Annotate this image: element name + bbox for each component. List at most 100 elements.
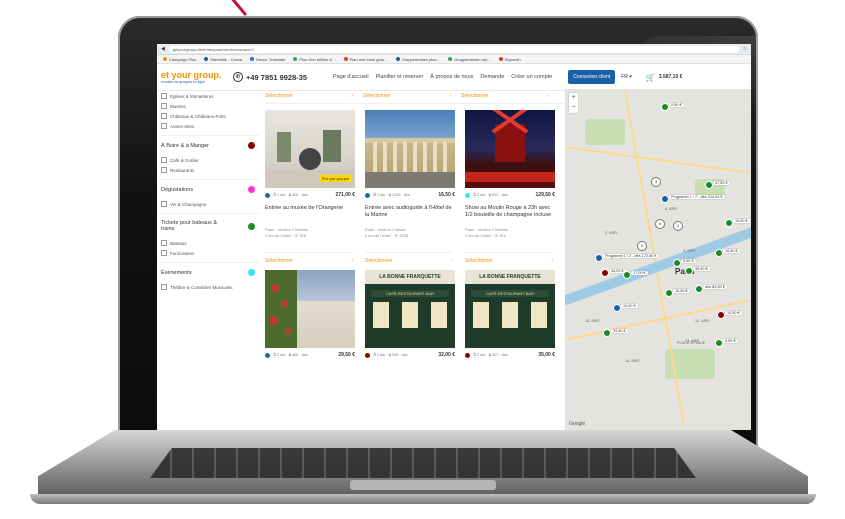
map-cluster[interactable]: 3 [651, 177, 661, 187]
activity-card[interactable]: LA BONNE FRANQUETTE CAFÉ-RESTAURANT-BAR … [365, 270, 455, 359]
card-image-hotel-marine[interactable] [365, 110, 455, 188]
filter-checkbox[interactable] [161, 250, 167, 256]
filter-item[interactable]: Autres Sites [159, 121, 259, 131]
filter-section-header[interactable]: À Boire & à Manger [159, 135, 259, 155]
bookmark-item[interactable]: DeepL Translate [250, 57, 285, 62]
filter-checkbox[interactable] [161, 240, 167, 246]
back-icon[interactable]: ◀ [161, 46, 165, 52]
bookmark-item[interactable]: Startseite - Canva [204, 57, 242, 62]
map-price-tag[interactable]: 9,00 € [681, 259, 696, 263]
map-price-tag[interactable]: 39,50 € [611, 329, 628, 333]
map-pin[interactable] [595, 254, 603, 262]
map-pin[interactable] [673, 259, 681, 267]
map-pin[interactable] [665, 289, 673, 297]
select-link[interactable]: Sélectionner › [363, 93, 451, 99]
map-price-tag[interactable]: 17,00 € [631, 271, 648, 275]
map-pin[interactable] [715, 249, 723, 257]
select-link[interactable]: Sélectionner › [465, 252, 553, 264]
card-title[interactable]: Entrée au musée de l'Orangerie [265, 205, 355, 227]
language-selector[interactable]: FR ▾ [621, 74, 632, 80]
map-cluster[interactable]: 2 [673, 221, 683, 231]
filter-item[interactable]: Café & Goûter [159, 155, 259, 165]
zoom-out-button[interactable]: − [569, 103, 578, 113]
filter-item[interactable]: Théâtre & Comédies Musicales [159, 282, 259, 292]
card-title[interactable]: Entrée avec audioguide à l'Hôtel de la M… [365, 205, 455, 227]
map-pin[interactable] [601, 269, 609, 277]
map-pin[interactable] [603, 329, 611, 337]
bookmark-item[interactable]: Gruppenreisen rep... [448, 57, 491, 62]
map-pin[interactable] [705, 181, 713, 189]
filter-item[interactable]: Châteaux & Châteaux-Forts [159, 111, 259, 121]
activity-card[interactable]: ⏱ 2 km · ⦿ 460 dès 29,50 € [265, 270, 355, 359]
map-price-tag[interactable]: 8,50 € [723, 339, 738, 343]
filter-checkbox[interactable] [161, 284, 167, 290]
map-pin[interactable] [661, 195, 669, 203]
map-price-tag[interactable]: 39,50 € [693, 267, 710, 271]
bookmark-item[interactable]: Plus d'un million d'... [293, 57, 336, 62]
map-pin[interactable] [661, 103, 669, 111]
map-pin[interactable] [695, 285, 703, 293]
url-bar[interactable]: getyourgroup.de/fr/mespass/services/sear… [168, 45, 739, 53]
map-price-tag[interactable]: 16,50 € [723, 249, 740, 253]
activity-card[interactable]: Prix par groupe ⏱ 1 km · ⦿ 325 dès 271,0… [265, 110, 355, 264]
login-button[interactable]: Connexion client [568, 70, 616, 84]
select-link[interactable]: Sélectionner › [265, 252, 353, 264]
map-price-tag[interactable]: 17,50 € [713, 181, 730, 185]
card-title[interactable]: Show au Moulin Rouge à 23h avec 1/2 bout… [465, 205, 555, 227]
filter-checkbox[interactable] [161, 123, 167, 129]
nav-item[interactable]: À propos de nous [430, 74, 473, 80]
map-pin[interactable] [623, 271, 631, 279]
map-price-tag[interactable]: 10,00 € [621, 304, 638, 308]
map-pin[interactable] [715, 339, 723, 347]
activity-card[interactable]: LA BONNE FRANQUETTE CAFÉ-RESTAURANT-BAR … [465, 270, 555, 359]
map-pin[interactable] [685, 267, 693, 275]
filter-item[interactable]: Musées [159, 101, 259, 111]
site-logo[interactable]: et your group. ervation de groupes en li… [161, 70, 227, 84]
filter-checkbox[interactable] [161, 103, 167, 109]
map-price-tag[interactable]: 2,50 € [669, 103, 684, 107]
map-pin[interactable] [613, 304, 621, 312]
filter-item[interactable]: Restaurants [159, 165, 259, 175]
map-price-tag[interactable]: 15,50 € [733, 219, 750, 223]
filter-item[interactable]: Bateaux [159, 238, 259, 248]
filter-item[interactable]: Vin & Champagne [159, 199, 259, 209]
map-price-tag[interactable]: dès 83,50 € [703, 285, 727, 289]
select-link[interactable]: Sélectionner › [365, 252, 453, 264]
bookmark-item[interactable]: Gruppenreisen plan... [395, 57, 440, 62]
card-image-montmartre[interactable] [265, 270, 355, 348]
filter-section-header[interactable]: Dégustations [159, 179, 259, 199]
cart-button[interactable]: 🛒 3.587,10 € [646, 73, 683, 82]
card-image-moulin-rouge[interactable] [465, 110, 555, 188]
filter-checkbox[interactable] [161, 157, 167, 163]
map-price-tag[interactable]: 10,50 € [673, 289, 690, 293]
select-link[interactable]: Sélectionner › [461, 93, 549, 99]
activity-card[interactable]: ⏱ 1 km · ⦿ 2155 dès 16,50 € Entrée avec … [365, 110, 455, 264]
filter-checkbox[interactable] [161, 93, 167, 99]
star-icon[interactable]: ☆ [743, 46, 747, 52]
map-zoom-control[interactable]: + − [569, 93, 578, 113]
nav-item[interactable]: Demande [480, 74, 504, 80]
filter-checkbox[interactable] [161, 113, 167, 119]
phone-number[interactable]: ✆ +49 7851 9928-35 [233, 72, 323, 82]
nav-item[interactable]: Créer un compte [511, 74, 552, 80]
filter-section-header[interactable]: Évènements [159, 262, 259, 282]
bookmark-item[interactable]: Squoosh [498, 57, 521, 62]
map-price-tag[interactable]: Programm 1 / 2 - dès 172,50 € [603, 254, 659, 258]
filter-checkbox[interactable] [161, 201, 167, 207]
card-image-bonne-franquette[interactable]: LA BONNE FRANQUETTE CAFÉ-RESTAURANT-BAR [365, 270, 455, 348]
filter-checkbox[interactable] [161, 167, 167, 173]
map-price-tag[interactable]: 12,50 € [725, 311, 742, 315]
map-cluster[interactable]: 2 [637, 241, 647, 251]
card-image-orangerie[interactable]: Prix par groupe [265, 110, 355, 188]
filter-item[interactable]: Funiculaires [159, 248, 259, 258]
nav-item[interactable]: Planifier et réserver [376, 74, 424, 80]
zoom-in-button[interactable]: + [569, 93, 578, 103]
map-cluster[interactable]: 6 [655, 219, 665, 229]
results-map[interactable]: + − Paris 8. ARR.2. ARR.3. ARR.12. ARR.1… [565, 89, 751, 430]
nav-item[interactable]: Page d'accueil [333, 74, 369, 80]
bookmark-item[interactable]: Plan and book grou... [343, 57, 388, 62]
activity-card[interactable]: ⏱ 2 km · ⦿ 912 dès 129,50 € Show au Moul… [465, 110, 555, 264]
map-pin[interactable] [717, 311, 725, 319]
card-image-bonne-franquette-2[interactable]: LA BONNE FRANQUETTE CAFÉ-RESTAURANT-BAR [465, 270, 555, 348]
filter-item[interactable]: Églises & Monastères [159, 91, 259, 101]
